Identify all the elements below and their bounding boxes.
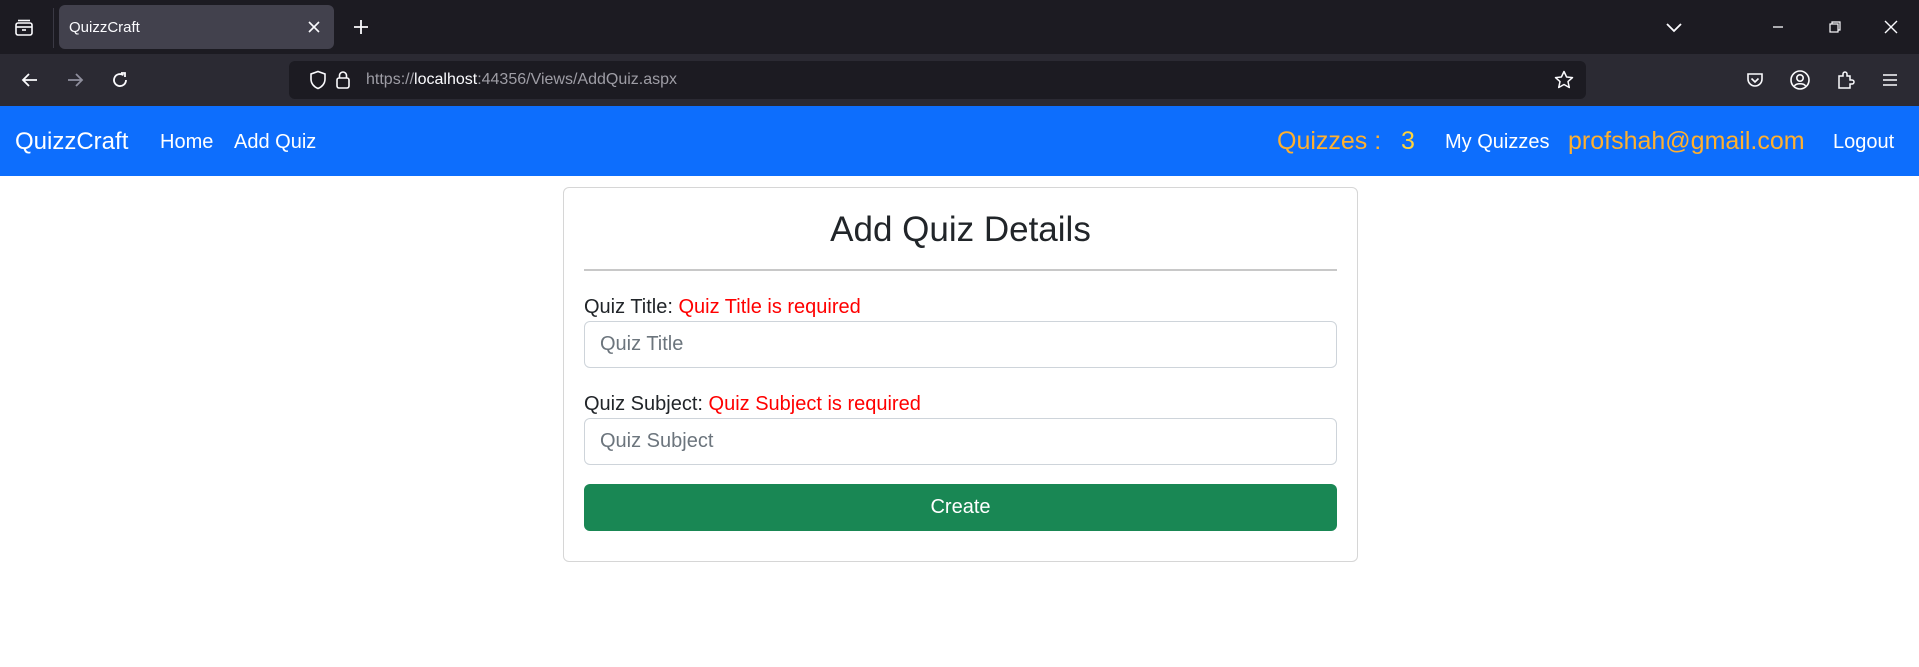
user-email: profshah@gmail.com (1568, 127, 1805, 155)
quiz-title-label-row: Quiz Title: Quiz Title is required (584, 296, 861, 319)
quiz-title-label: Quiz Title: (584, 296, 673, 318)
url-host: localhost (414, 71, 478, 88)
lock-icon[interactable] (333, 70, 353, 90)
pocket-icon[interactable] (1741, 66, 1769, 94)
restore-icon[interactable] (1820, 12, 1850, 42)
quiz-subject-error: Quiz Subject is required (708, 393, 921, 415)
reload-icon[interactable] (106, 66, 134, 94)
back-arrow-icon[interactable] (16, 66, 44, 94)
divider (584, 269, 1337, 271)
brand-logo[interactable]: QuizzCraft (15, 128, 128, 156)
menu-icon[interactable] (1876, 66, 1904, 94)
quiz-count-label: Quizzes : (1277, 127, 1382, 155)
quiz-count: 3 (1401, 127, 1415, 155)
quiz-subject-input[interactable] (584, 418, 1337, 465)
create-button[interactable]: Create (584, 484, 1337, 531)
logout-link[interactable]: Logout (1833, 131, 1894, 154)
url-path: :44356/Views/AddQuiz.aspx (477, 71, 678, 88)
browser-toolbar: https://localhost:44356/Views/AddQuiz.as… (0, 54, 1919, 106)
nav-add-quiz-link[interactable]: Add Quiz (234, 131, 316, 154)
quiz-title-input[interactable] (584, 321, 1337, 368)
tab-close-icon[interactable] (304, 17, 324, 37)
app-navbar: QuizzCraft Home Add Quiz Quizzes : 3 My … (0, 106, 1919, 176)
shield-icon[interactable] (308, 70, 328, 90)
browser-tab[interactable]: QuizzCraft (59, 5, 334, 49)
tab-title: QuizzCraft (69, 19, 140, 36)
new-tab-icon[interactable] (348, 14, 374, 40)
quiz-title-error: Quiz Title is required (678, 296, 861, 318)
nav-home-link[interactable]: Home (160, 131, 213, 154)
bookmark-star-icon[interactable] (1554, 70, 1574, 90)
quiz-subject-label: Quiz Subject: (584, 393, 703, 415)
page-title: Add Quiz Details (830, 210, 1091, 249)
quiz-subject-label-row: Quiz Subject: Quiz Subject is required (584, 393, 921, 416)
tab-list-icon[interactable] (10, 14, 38, 42)
extensions-icon[interactable] (1831, 66, 1859, 94)
minimize-icon[interactable] (1763, 12, 1793, 42)
close-window-icon[interactable] (1876, 12, 1906, 42)
account-icon[interactable] (1786, 66, 1814, 94)
tab-separator (53, 8, 54, 48)
forward-arrow-icon[interactable] (61, 66, 89, 94)
add-quiz-card: Add Quiz Details Quiz Title: Quiz Title … (563, 187, 1358, 562)
url-scheme: https:// (366, 71, 415, 88)
browser-tabstrip: QuizzCraft (0, 0, 1919, 54)
chevron-down-icon[interactable] (1659, 12, 1689, 42)
my-quizzes-link[interactable]: My Quizzes (1445, 131, 1549, 154)
url-text[interactable]: https://localhost:44356/Views/AddQuiz.as… (366, 71, 677, 89)
url-bar[interactable]: https://localhost:44356/Views/AddQuiz.as… (289, 61, 1586, 99)
